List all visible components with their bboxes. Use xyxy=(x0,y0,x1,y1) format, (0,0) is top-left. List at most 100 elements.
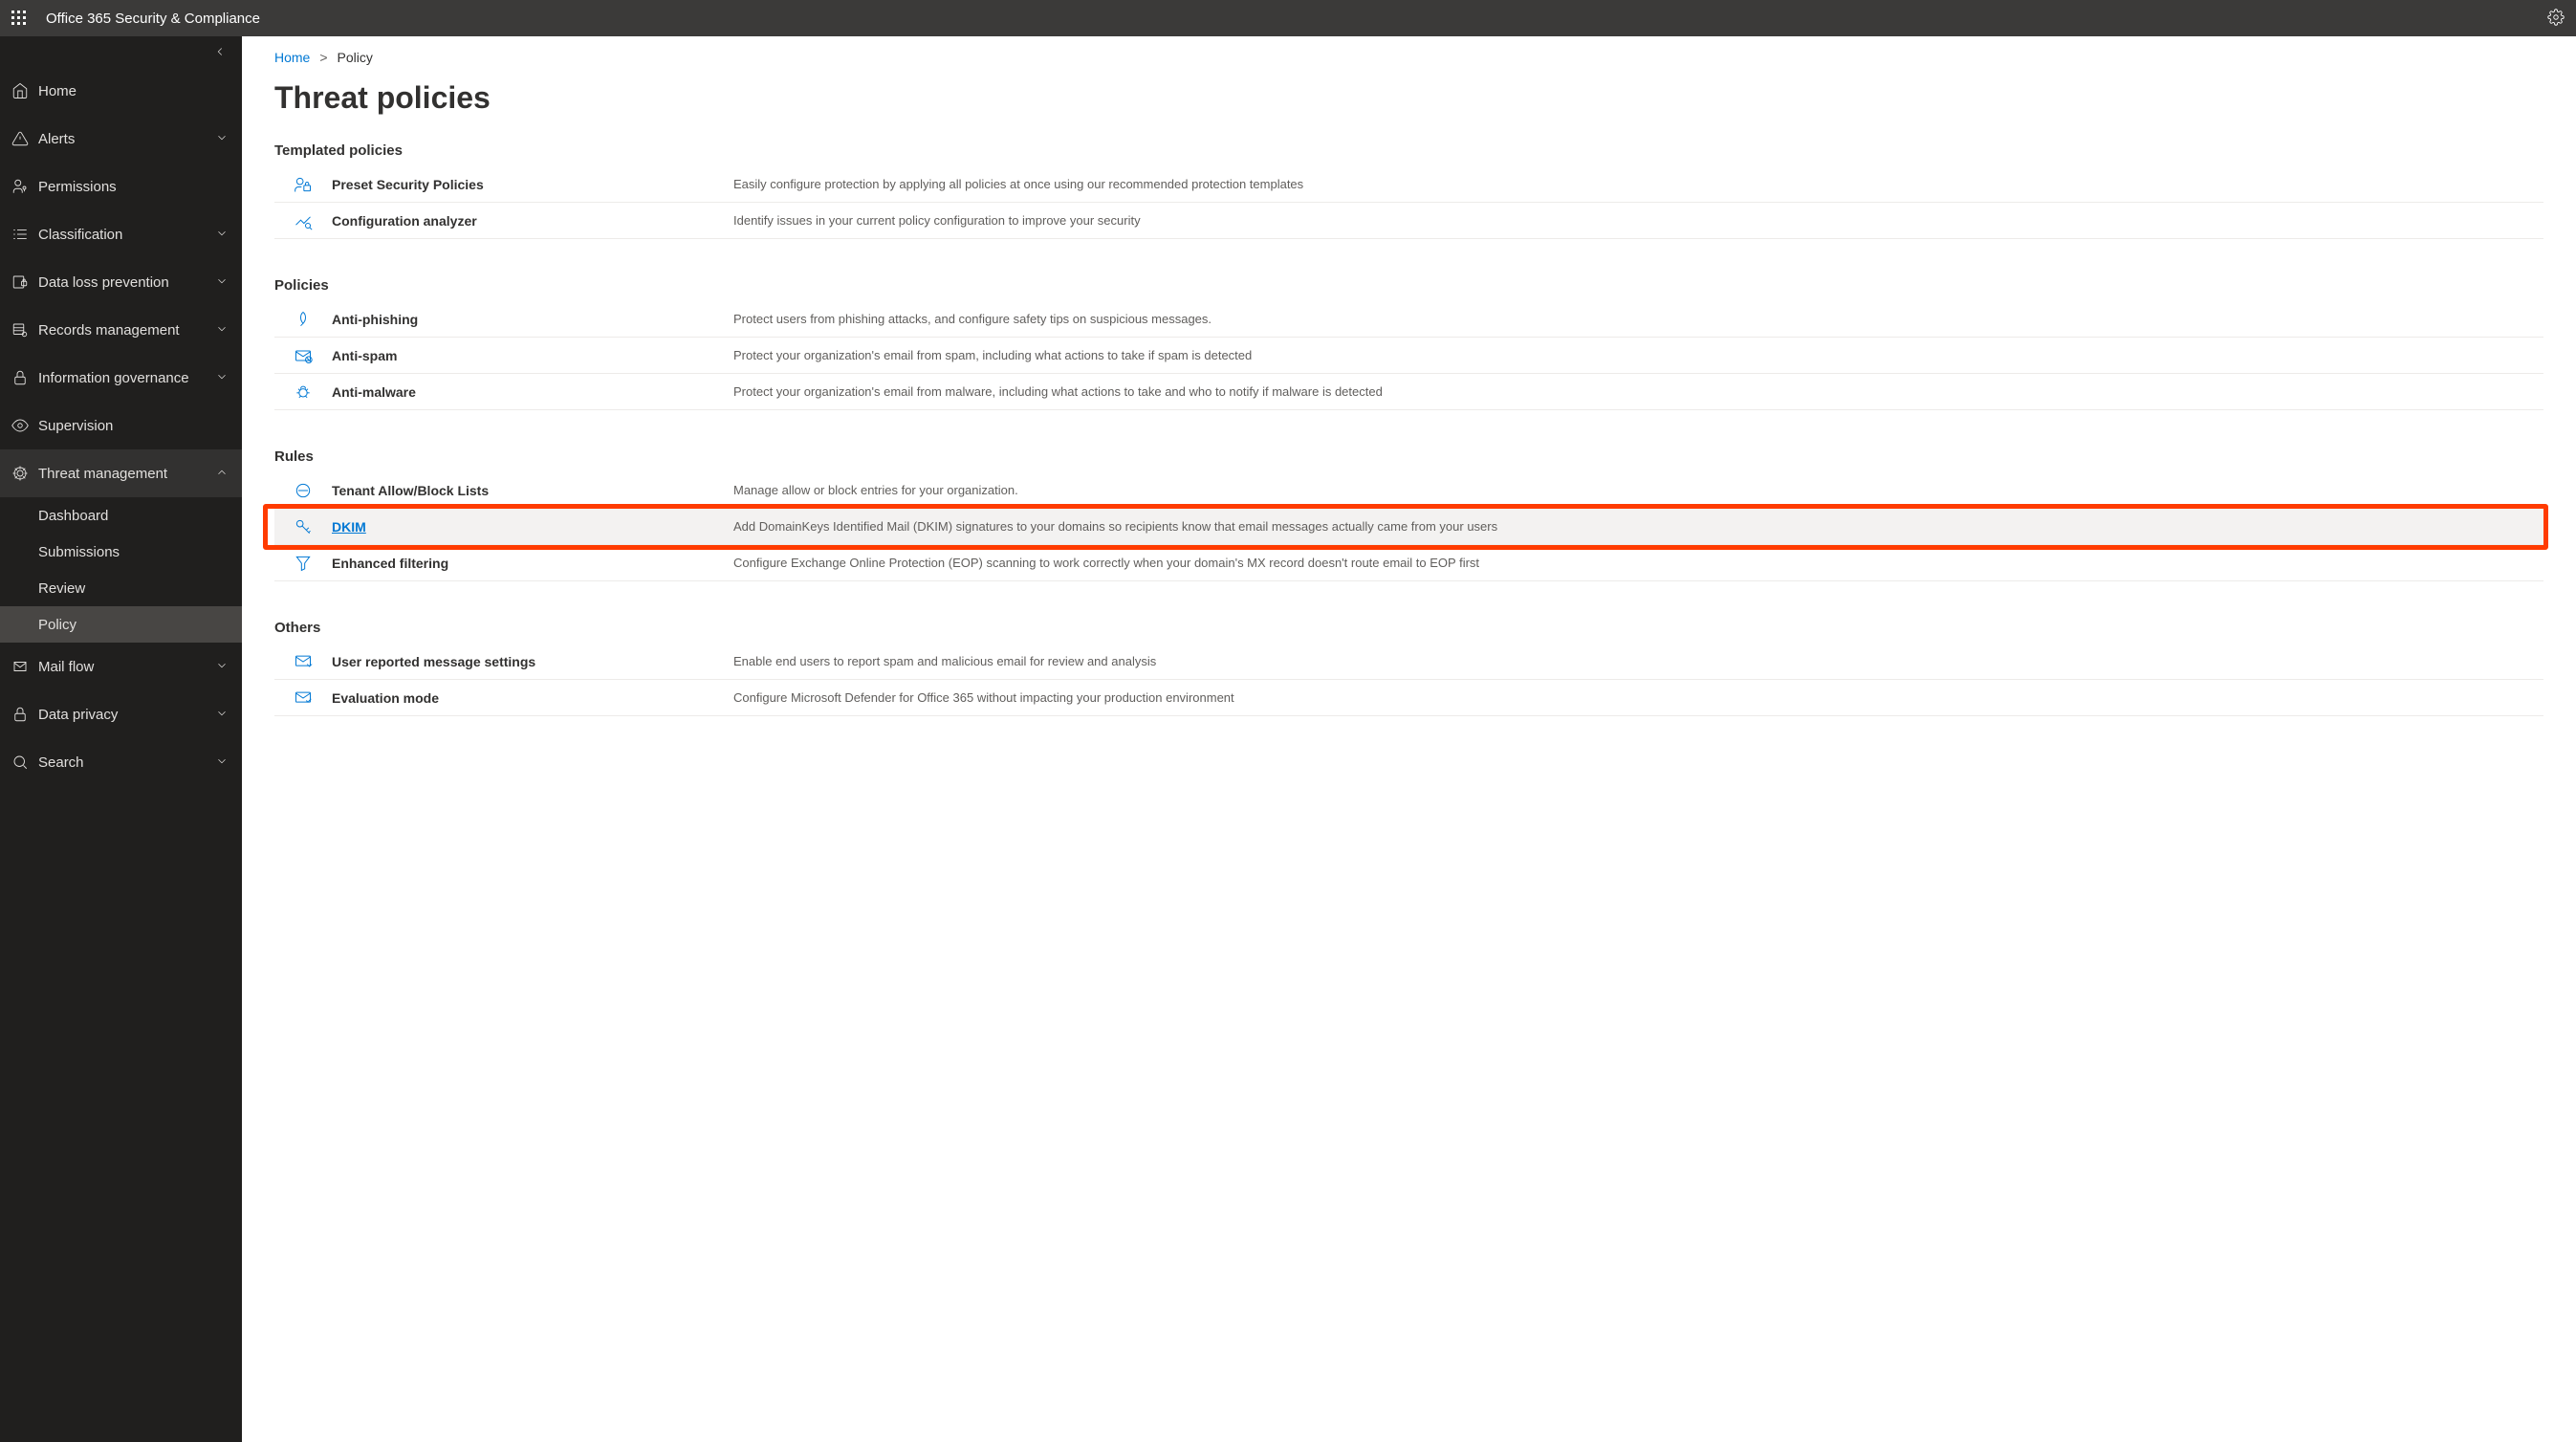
chevron-down-icon xyxy=(215,754,230,771)
chevron-down-icon xyxy=(215,131,230,147)
chevron-down-icon xyxy=(215,274,230,291)
topbar: Office 365 Security & Compliance xyxy=(0,0,2576,36)
policy-row-title: Enhanced filtering xyxy=(332,556,733,571)
policy-row-title: Configuration analyzer xyxy=(332,213,733,229)
breadcrumb: Home > Policy xyxy=(274,50,2543,65)
policy-row-desc: Protect your organization's email from s… xyxy=(733,348,2543,362)
antimalware-icon xyxy=(274,382,332,402)
page-title: Threat policies xyxy=(274,80,2543,116)
policy-row-title: User reported message settings xyxy=(332,654,733,669)
sidebar-sub-label: Review xyxy=(38,580,85,597)
policy-row-config-analyzer[interactable]: Configuration analyzer Identify issues i… xyxy=(274,203,2543,239)
user-reported-icon xyxy=(274,652,332,671)
antiphishing-icon xyxy=(274,310,332,329)
chevron-down-icon xyxy=(215,322,230,339)
mail-icon xyxy=(11,658,29,675)
sidebar-item-classification[interactable]: Classification xyxy=(0,210,242,258)
sidebar: Home Alerts Permissions Classification D… xyxy=(0,36,242,1442)
policy-row-antimalware[interactable]: Anti-malware Protect your organization's… xyxy=(274,374,2543,410)
policy-row-desc: Protect your organization's email from m… xyxy=(733,384,2543,399)
topbar-left: Office 365 Security & Compliance xyxy=(11,11,260,27)
sidebar-item-alerts[interactable]: Alerts xyxy=(0,115,242,163)
sidebar-item-mailflow[interactable]: Mail flow xyxy=(0,643,242,690)
sidebar-sub-dashboard[interactable]: Dashboard xyxy=(0,497,242,534)
policy-row-desc: Add DomainKeys Identified Mail (DKIM) si… xyxy=(733,519,2543,534)
sidebar-item-threat[interactable]: Threat management xyxy=(0,449,242,497)
sidebar-item-permissions[interactable]: Permissions xyxy=(0,163,242,210)
sidebar-item-label: Threat management xyxy=(38,466,206,482)
policy-row-user-reported[interactable]: User reported message settings Enable en… xyxy=(274,644,2543,680)
section-rules: Rules Tenant Allow/Block Lists Manage al… xyxy=(274,448,2543,581)
sidebar-item-home[interactable]: Home xyxy=(0,67,242,115)
search-icon xyxy=(11,754,29,771)
policy-row-antiphishing[interactable]: Anti-phishing Protect users from phishin… xyxy=(274,301,2543,338)
settings-icon[interactable] xyxy=(2547,9,2565,29)
policy-row-evaluation[interactable]: Evaluation mode Configure Microsoft Defe… xyxy=(274,680,2543,716)
records-icon xyxy=(11,321,29,339)
policy-row-title: Evaluation mode xyxy=(332,690,733,706)
dlp-icon xyxy=(11,273,29,291)
sidebar-item-label: Data privacy xyxy=(38,707,206,723)
chevron-up-icon xyxy=(215,466,230,482)
policy-row-desc: Protect users from phishing attacks, and… xyxy=(733,312,2543,326)
sidebar-item-dataprivacy[interactable]: Data privacy xyxy=(0,690,242,738)
sidebar-item-info-gov[interactable]: Information governance xyxy=(0,354,242,402)
app-title: Office 365 Security & Compliance xyxy=(46,11,260,27)
sidebar-item-search[interactable]: Search xyxy=(0,738,242,786)
sidebar-sub-review[interactable]: Review xyxy=(0,570,242,606)
sidebar-item-records[interactable]: Records management xyxy=(0,306,242,354)
main-content: Home > Policy Threat policies Templated … xyxy=(242,36,2576,1442)
section-title: Policies xyxy=(274,277,2543,294)
app-launcher-icon[interactable] xyxy=(11,11,27,26)
sidebar-item-dlp[interactable]: Data loss prevention xyxy=(0,258,242,306)
policy-row-desc: Manage allow or block entries for your o… xyxy=(733,483,2543,497)
policy-row-preset[interactable]: Preset Security Policies Easily configur… xyxy=(274,166,2543,203)
antispam-icon xyxy=(274,346,332,365)
section-others: Others User reported message settings En… xyxy=(274,620,2543,716)
dkim-link[interactable]: DKIM xyxy=(332,519,366,535)
policy-row-desc: Configure Microsoft Defender for Office … xyxy=(733,690,2543,705)
lock-icon xyxy=(11,369,29,386)
policy-row-title: Anti-malware xyxy=(332,384,733,400)
eye-icon xyxy=(11,417,29,434)
collapse-sidebar-button[interactable] xyxy=(0,36,242,67)
section-title: Rules xyxy=(274,448,2543,465)
preset-policies-icon xyxy=(274,175,332,194)
sidebar-sub-label: Policy xyxy=(38,617,76,633)
policy-row-desc: Enable end users to report spam and mali… xyxy=(733,654,2543,668)
chevron-down-icon xyxy=(215,707,230,723)
sidebar-item-label: Mail flow xyxy=(38,659,206,675)
home-icon xyxy=(11,82,29,99)
policy-row-title: DKIM xyxy=(332,519,733,535)
section-title: Templated policies xyxy=(274,142,2543,159)
policy-row-desc: Identify issues in your current policy c… xyxy=(733,213,2543,228)
sidebar-item-label: Permissions xyxy=(38,179,230,195)
sidebar-item-supervision[interactable]: Supervision xyxy=(0,402,242,449)
policy-row-desc: Configure Exchange Online Protection (EO… xyxy=(733,556,2543,570)
section-policies: Policies Anti-phishing Protect users fro… xyxy=(274,277,2543,410)
sidebar-item-label: Records management xyxy=(38,322,206,339)
sidebar-sub-label: Dashboard xyxy=(38,508,108,524)
sidebar-item-label: Alerts xyxy=(38,131,206,147)
chevron-down-icon xyxy=(215,227,230,243)
sidebar-sub-policy[interactable]: Policy xyxy=(0,606,242,643)
permissions-icon xyxy=(11,178,29,195)
sidebar-item-label: Supervision xyxy=(38,418,230,434)
allowblock-icon xyxy=(274,481,332,500)
sidebar-item-label: Classification xyxy=(38,227,206,243)
classification-icon xyxy=(11,226,29,243)
sidebar-item-label: Home xyxy=(38,83,230,99)
section-templated: Templated policies Preset Security Polic… xyxy=(274,142,2543,239)
section-title: Others xyxy=(274,620,2543,636)
sidebar-sub-submissions[interactable]: Submissions xyxy=(0,534,242,570)
chevron-down-icon xyxy=(215,370,230,386)
highlighted-row-dkim: DKIM Add DomainKeys Identified Mail (DKI… xyxy=(263,504,2548,550)
policy-row-dkim[interactable]: DKIM Add DomainKeys Identified Mail (DKI… xyxy=(274,509,2543,545)
threat-icon xyxy=(11,465,29,482)
policy-row-antispam[interactable]: Anti-spam Protect your organization's em… xyxy=(274,338,2543,374)
breadcrumb-home[interactable]: Home xyxy=(274,50,310,65)
policy-row-desc: Easily configure protection by applying … xyxy=(733,177,2543,191)
policy-row-enhanced-filtering[interactable]: Enhanced filtering Configure Exchange On… xyxy=(274,545,2543,581)
sidebar-item-label: Search xyxy=(38,754,206,771)
policy-row-title: Anti-spam xyxy=(332,348,733,363)
